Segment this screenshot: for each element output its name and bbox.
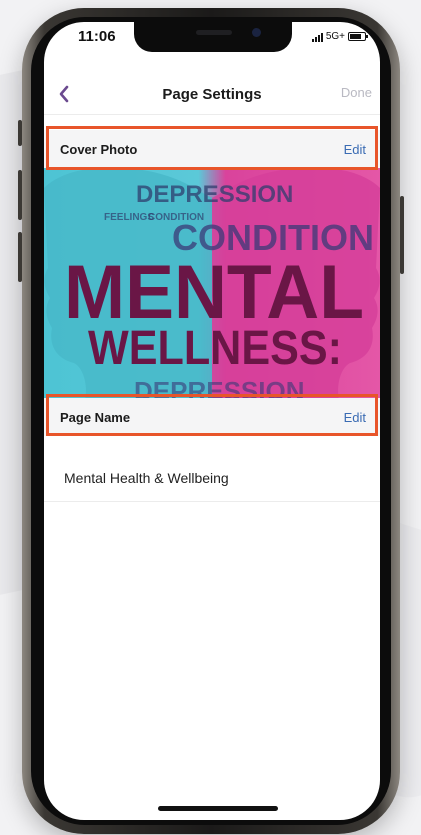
speaker-grille: [196, 30, 232, 35]
phone-volume-up: [18, 170, 22, 220]
signal-icon: [311, 32, 323, 42]
page-name-value: Mental Health & Wellbeing: [64, 470, 229, 486]
chevron-left-icon: [59, 85, 69, 103]
cover-word-top: DEPRESSION: [136, 181, 293, 208]
front-camera: [252, 28, 261, 37]
cover-word-small-1: FEELINGS: [104, 212, 154, 223]
cover-word-big-2: WELLNESS:: [88, 322, 342, 375]
status-indicators: 5G+: [311, 31, 368, 42]
navigation-bar: Page Settings Done: [44, 74, 380, 115]
cover-photo-image[interactable]: DEPRESSION FEELINGS CONDITION CONDITION …: [44, 168, 380, 404]
done-button[interactable]: Done: [341, 85, 372, 100]
back-button[interactable]: [58, 84, 78, 104]
network-label: 5G+: [325, 31, 345, 42]
phone-volume-down: [18, 232, 22, 282]
phone-silent-switch: [18, 120, 22, 146]
home-indicator[interactable]: [158, 806, 278, 811]
phone-notch: [134, 22, 292, 52]
divider: [44, 501, 380, 502]
page-title: Page Settings: [162, 85, 262, 103]
status-time: 11:06: [78, 28, 116, 45]
phone-power-button: [400, 196, 404, 274]
page-name-highlight-box: [46, 394, 378, 436]
cover-photo-highlight-box: [46, 126, 378, 170]
battery-icon: [348, 32, 368, 41]
mental-wellness-artwork: DEPRESSION FEELINGS CONDITION CONDITION …: [44, 168, 380, 404]
